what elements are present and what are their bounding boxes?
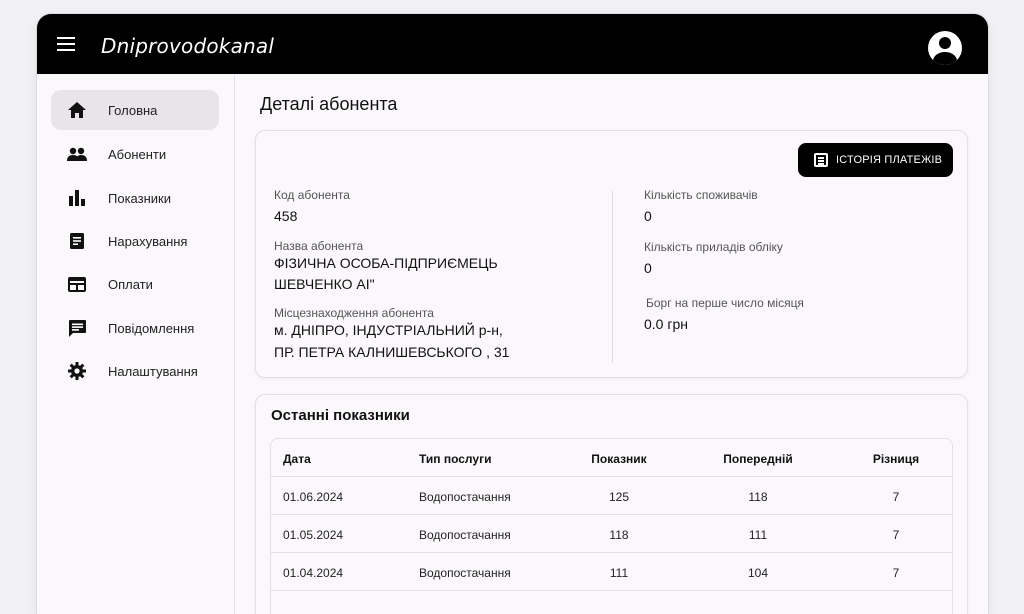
cell-service: Водопостачання bbox=[419, 490, 511, 504]
sidebar-item-label: Повідомлення bbox=[108, 320, 195, 336]
app-bar: Dniprovodokanal bbox=[37, 14, 988, 74]
cell-difference: 7 bbox=[892, 490, 900, 504]
section-title: Останні показники bbox=[271, 407, 410, 424]
cell-previous: 104 bbox=[747, 566, 769, 580]
table-header: Дата Тип послуги Показник Попередній Різ… bbox=[271, 439, 952, 477]
meters-label: Кількість приладів обліку bbox=[644, 240, 783, 254]
meters-value: 0 bbox=[644, 260, 652, 276]
cell-previous: 118 bbox=[748, 490, 768, 504]
sidebar-item-charges[interactable]: Нарахування bbox=[51, 221, 219, 261]
sidebar-item-home[interactable]: Головна bbox=[51, 90, 219, 130]
location-label: Місцезнаходження абонента bbox=[274, 306, 434, 320]
receipt-icon bbox=[67, 231, 87, 251]
debt-label: Борг на перше число місяця bbox=[646, 296, 804, 310]
cell-difference: 7 bbox=[892, 566, 900, 580]
cell-service: Водопостачання bbox=[419, 528, 511, 542]
consumers-value: 0 bbox=[644, 208, 652, 224]
table-row[interactable]: 01.05.2024 Водопостачання 118 111 7 bbox=[271, 515, 952, 553]
payment-history-label: ІСТОРІЯ ПЛАТЕЖІВ bbox=[836, 154, 943, 166]
sidebar-item-label: Абоненти bbox=[108, 146, 167, 162]
divider bbox=[612, 191, 613, 363]
sidebar-item-label: Показники bbox=[108, 190, 171, 206]
home-icon bbox=[67, 100, 87, 120]
sidebar-item-subscribers[interactable]: Абоненти bbox=[51, 134, 219, 174]
location-value-line2: ПР. ПЕТРА КАЛНИШЕВСЬКОГО , 31 bbox=[274, 344, 510, 360]
sidebar-item-payments[interactable]: Оплати bbox=[51, 264, 219, 304]
cell-reading: 118 bbox=[609, 528, 629, 542]
bar-chart-icon bbox=[67, 188, 87, 208]
recent-readings-card: Останні показники Дата Тип послуги Показ… bbox=[255, 394, 968, 614]
main-content: Деталі абонента ІСТОРІЯ ПЛАТЕЖІВ Код або… bbox=[235, 74, 988, 614]
cell-date: 01.06.2024 bbox=[283, 490, 344, 504]
table-row[interactable]: 01.04.2024 Водопостачання 111 104 7 bbox=[271, 553, 952, 591]
cell-difference: 7 bbox=[892, 528, 900, 542]
payment-icon bbox=[67, 274, 87, 294]
column-header-date[interactable]: Дата bbox=[283, 452, 311, 466]
name-value-line2: ШЕВЧЕНКО АІ" bbox=[274, 276, 375, 292]
gear-icon bbox=[67, 361, 87, 381]
column-header-previous[interactable]: Попередній bbox=[718, 452, 798, 466]
payment-history-button[interactable]: ІСТОРІЯ ПЛАТЕЖІВ bbox=[798, 143, 953, 177]
subscriber-details-card: ІСТОРІЯ ПЛАТЕЖІВ Код абонента 458 Назва … bbox=[255, 130, 968, 378]
sidebar: Головна Абоненти Показники Нарахування О… bbox=[37, 74, 235, 614]
people-icon bbox=[67, 144, 87, 164]
debt-value: 0.0 грн bbox=[644, 316, 688, 332]
sidebar-item-label: Налаштування bbox=[108, 363, 198, 379]
table-row[interactable]: 01.06.2024 Водопостачання 125 118 7 bbox=[271, 477, 952, 515]
sidebar-item-readings[interactable]: Показники bbox=[51, 178, 219, 218]
message-icon bbox=[67, 318, 87, 338]
column-header-difference[interactable]: Різниця bbox=[861, 452, 931, 466]
sidebar-item-settings[interactable]: Налаштування bbox=[51, 351, 219, 391]
cell-date: 01.04.2024 bbox=[283, 566, 344, 580]
column-header-service[interactable]: Тип послуги bbox=[419, 452, 491, 466]
receipt-icon bbox=[814, 153, 828, 167]
cell-service: Водопостачання bbox=[419, 566, 511, 580]
sidebar-item-messages[interactable]: Повідомлення bbox=[51, 308, 219, 348]
sidebar-item-label: Головна bbox=[108, 102, 158, 118]
readings-table: Дата Тип послуги Показник Попередній Різ… bbox=[270, 438, 953, 614]
code-label: Код абонента bbox=[274, 188, 350, 202]
consumers-label: Кількість споживачів bbox=[644, 188, 758, 202]
name-label: Назва абонента bbox=[274, 239, 364, 253]
cell-date: 01.05.2024 bbox=[283, 528, 344, 542]
location-value-line1: м. ДНІПРО, ІНДУСТРІАЛЬНИЙ р-н, bbox=[274, 322, 503, 338]
code-value: 458 bbox=[274, 208, 298, 224]
menu-icon[interactable] bbox=[57, 37, 77, 53]
cell-reading: 111 bbox=[609, 566, 629, 580]
app-window: Dniprovodokanal Головна Абоненти Показни… bbox=[37, 14, 988, 614]
sidebar-item-label: Оплати bbox=[108, 276, 153, 292]
cell-previous: 111 bbox=[748, 528, 768, 542]
name-value-line1: ФІЗИЧНА ОСОБА-ПІДПРИЄМЕЦЬ bbox=[274, 255, 498, 271]
cell-reading: 125 bbox=[608, 490, 630, 504]
column-header-reading[interactable]: Показник bbox=[589, 452, 649, 466]
sidebar-item-label: Нарахування bbox=[108, 233, 188, 249]
account-avatar-icon[interactable] bbox=[928, 31, 962, 65]
page-title: Деталі абонента bbox=[260, 94, 398, 114]
app-title: Dniprovodokanal bbox=[101, 34, 275, 58]
